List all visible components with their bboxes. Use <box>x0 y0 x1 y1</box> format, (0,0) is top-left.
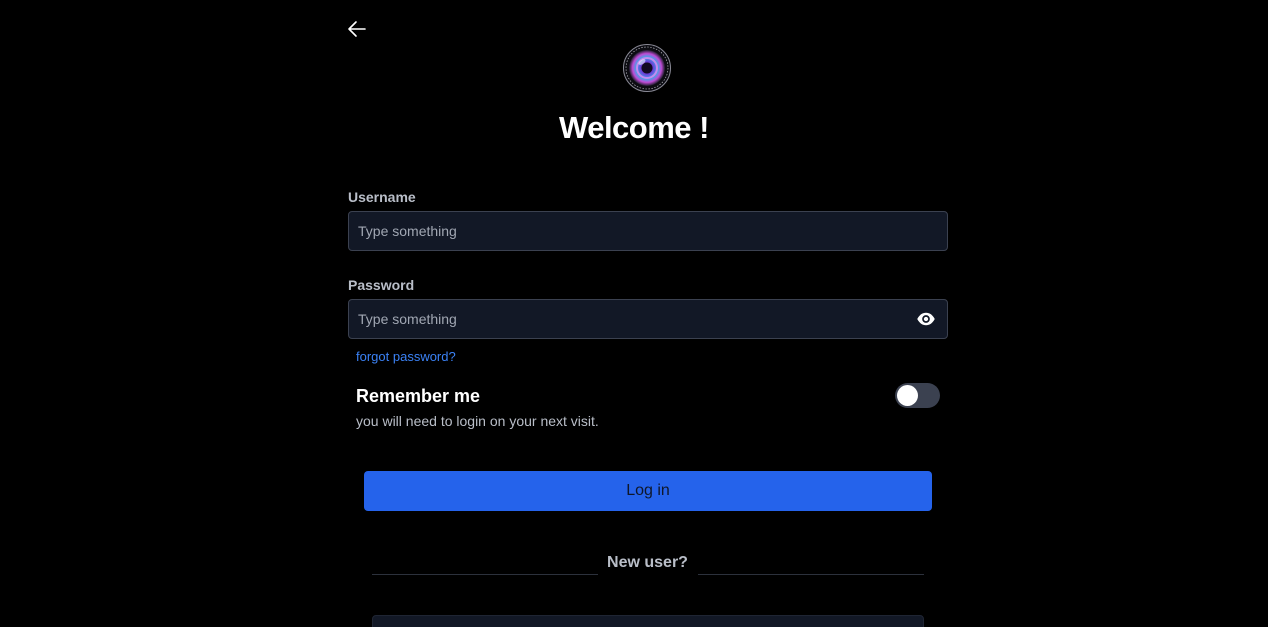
eye-icon <box>917 312 935 326</box>
new-user-label: New user? <box>607 554 688 571</box>
username-input[interactable] <box>349 212 947 250</box>
back-button[interactable] <box>346 18 368 40</box>
toggle-knob <box>897 385 918 406</box>
divider-line-right <box>698 574 924 575</box>
remember-me-title: Remember me <box>356 386 481 406</box>
login-page: Welcome ! Username Password forgot passw… <box>0 0 1268 627</box>
username-label: Username <box>348 189 416 205</box>
camera-lens-icon <box>623 44 671 92</box>
login-button[interactable]: Log in <box>364 471 932 511</box>
signup-button[interactable] <box>372 615 924 627</box>
arrow-left-icon <box>348 21 366 37</box>
username-field-container <box>348 211 948 251</box>
show-password-button[interactable] <box>915 308 937 330</box>
password-label: Password <box>348 277 415 293</box>
remember-me-description: you will need to login on your next visi… <box>356 413 599 429</box>
password-field-container <box>348 299 948 339</box>
page-title: Welcome ! <box>559 110 709 145</box>
remember-me-toggle[interactable] <box>895 383 940 408</box>
divider-line-left <box>372 574 598 575</box>
password-input[interactable] <box>349 300 947 338</box>
forgot-password-link[interactable]: forgot password? <box>356 349 456 364</box>
